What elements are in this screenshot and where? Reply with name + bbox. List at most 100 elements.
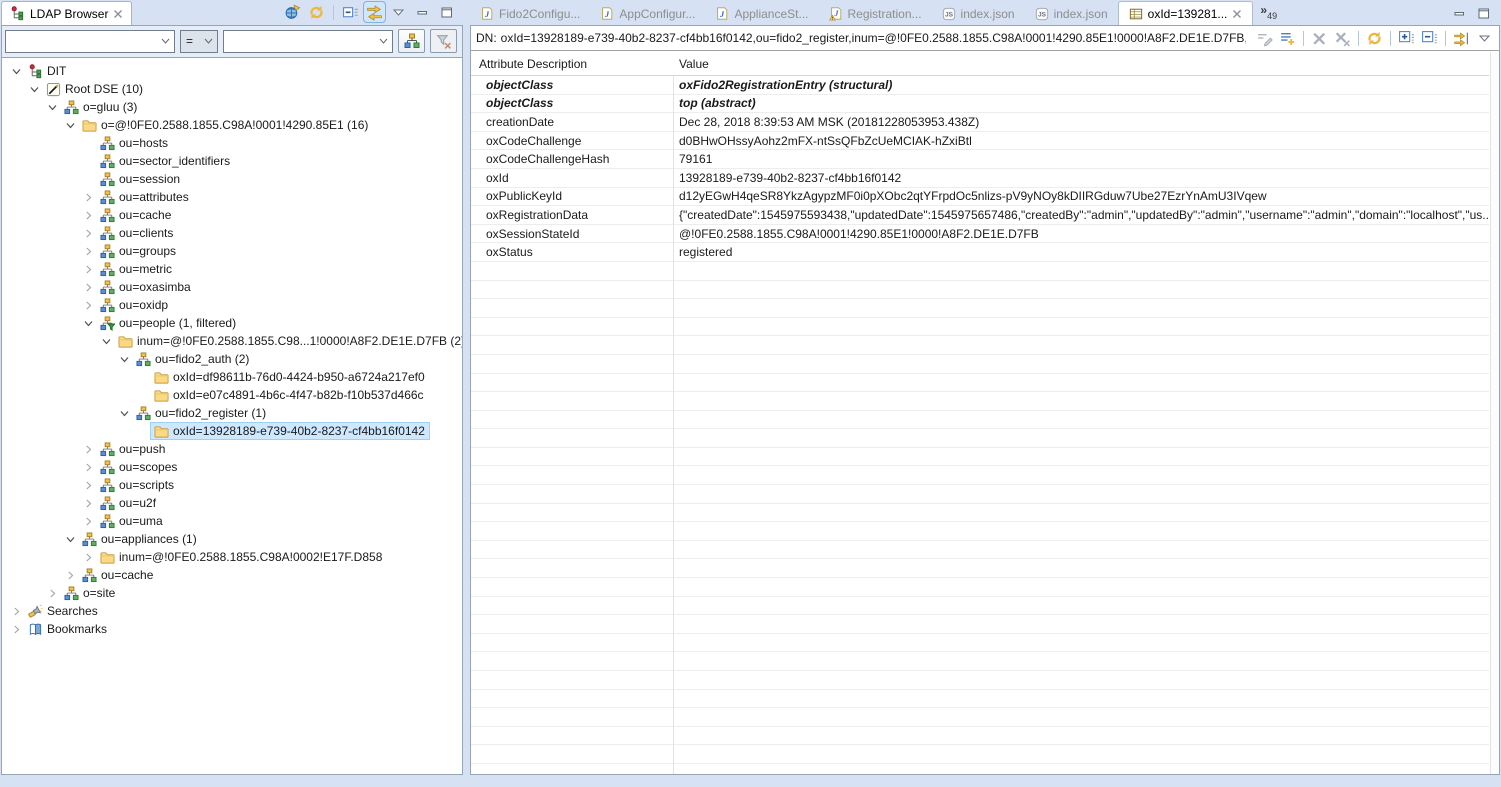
tree-node[interactable]: ou=scripts xyxy=(96,476,179,494)
delete-attribute-button[interactable] xyxy=(1309,28,1330,48)
attribute-row[interactable]: objectClasstop (abstract) xyxy=(471,95,1489,114)
refresh-button[interactable] xyxy=(306,2,327,22)
chevron-down-icon[interactable] xyxy=(200,38,217,44)
tree-node[interactable]: o=gluu (3) xyxy=(60,98,142,116)
expander-expand-icon[interactable] xyxy=(8,625,24,634)
tree-item[interactable]: ou=fido2_register (1) xyxy=(2,404,462,422)
tree-item[interactable]: ou=oxidp xyxy=(2,296,462,314)
attribute-value-cell[interactable]: d12yEGwH4qeSR8YkzAgypzMF0i0pXObc2qtYFrpd… xyxy=(673,188,1489,206)
tree-item[interactable]: ou=oxasimba xyxy=(2,278,462,296)
tree-item[interactable]: ou=hosts xyxy=(2,134,462,152)
attribute-name-cell[interactable]: oxSessionStateId xyxy=(471,225,673,243)
attribute-value-cell[interactable]: registered xyxy=(673,243,1489,261)
delete-all-attributes-button[interactable] xyxy=(1332,28,1353,48)
attribute-value-cell[interactable]: {"createdDate":1545975593438,"updatedDat… xyxy=(673,206,1489,224)
minimize-icon[interactable] xyxy=(1454,8,1466,19)
expander-collapse-icon[interactable] xyxy=(26,85,42,94)
tree-node[interactable]: ou=groups xyxy=(96,242,181,260)
view-menu-button[interactable] xyxy=(388,2,409,22)
vertical-scrollbar[interactable] xyxy=(1490,52,1499,774)
tree-node[interactable]: o=@!0FE0.2588.1855.C98A!0001!4290.85E1 (… xyxy=(78,116,373,134)
column-divider[interactable] xyxy=(673,52,674,774)
tree-item[interactable]: inum=@!0FE0.2588.1855.C98A!0002!E17F.D85… xyxy=(2,548,462,566)
unfilter-button[interactable] xyxy=(430,29,457,53)
quick-search-value-combo[interactable] xyxy=(223,30,393,53)
attribute-row[interactable]: oxCodeChallengeHash79161 xyxy=(471,150,1489,169)
editor-tab[interactable]: JFido2Configu... xyxy=(470,2,590,25)
attribute-row[interactable]: creationDateDec 28, 2018 8:39:53 AM MSK … xyxy=(471,113,1489,132)
tree-item[interactable]: oxId=e07c4891-4b6c-4f47-b82b-f10b537d466… xyxy=(2,386,462,404)
tree-item[interactable]: o=site xyxy=(2,584,462,602)
tree-item[interactable]: ou=people (1, filtered) xyxy=(2,314,462,332)
tree-item[interactable]: ou=push xyxy=(2,440,462,458)
tree-item[interactable]: ou=scripts xyxy=(2,476,462,494)
attribute-value-cell[interactable]: top (abstract) xyxy=(673,95,1489,113)
expander-expand-icon[interactable] xyxy=(80,463,96,472)
expander-expand-icon[interactable] xyxy=(80,229,96,238)
expander-expand-icon[interactable] xyxy=(80,283,96,292)
tree-node[interactable]: ou=fido2_auth (2) xyxy=(132,350,254,368)
tree-node[interactable]: ou=cache xyxy=(96,206,176,224)
expander-collapse-icon[interactable] xyxy=(62,121,78,130)
tree-node[interactable]: ou=u2f xyxy=(96,494,161,512)
tree-item[interactable]: ou=appliances (1) xyxy=(2,530,462,548)
attribute-value-cell[interactable]: @!0FE0.2588.1855.C98A!0001!4290.85E1!000… xyxy=(673,225,1489,243)
expander-collapse-icon[interactable] xyxy=(98,337,114,346)
tree-node[interactable]: ou=people (1, filtered) xyxy=(96,314,241,332)
tree-node[interactable]: ou=clients xyxy=(96,224,178,242)
tree-node[interactable]: ou=oxasimba xyxy=(96,278,196,296)
editor-tab[interactable]: JAppConfigur... xyxy=(590,2,705,25)
chevron-down-icon[interactable] xyxy=(375,38,392,44)
close-icon[interactable] xyxy=(1232,9,1242,19)
tree-node[interactable]: ou=attributes xyxy=(96,188,194,206)
tree-item[interactable]: Searches xyxy=(2,602,462,620)
tree-node[interactable]: inum=@!0FE0.2588.1855.C98A!0002!E17F.D85… xyxy=(96,548,387,566)
tree-node[interactable]: ou=scopes xyxy=(96,458,182,476)
attribute-name-cell[interactable]: oxId xyxy=(471,169,673,187)
expander-expand-icon[interactable] xyxy=(80,553,96,562)
attribute-row[interactable]: oxCodeChallenged0BHwOHssyAohz2mFX-ntSsQF… xyxy=(471,132,1489,151)
attribute-name-cell[interactable]: oxPublicKeyId xyxy=(471,188,673,206)
attribute-name-cell[interactable]: objectClass xyxy=(471,76,673,94)
attribute-name-cell[interactable]: objectClass xyxy=(471,95,673,113)
tree-item[interactable]: oxId=df98611b-76d0-4424-b950-a6724a217ef… xyxy=(2,368,462,386)
minimize-button[interactable] xyxy=(412,2,433,22)
tree-item[interactable]: ou=sector_identifiers xyxy=(2,152,462,170)
editor-tab[interactable]: oxId=139281... xyxy=(1118,1,1254,25)
tree-item[interactable]: o=@!0FE0.2588.1855.C98A!0001!4290.85E1 (… xyxy=(2,116,462,134)
expander-expand-icon[interactable] xyxy=(80,301,96,310)
tree-node[interactable]: ou=session xyxy=(96,170,185,188)
attribute-value-cell[interactable]: oxFido2RegistrationEntry (structural) xyxy=(673,76,1489,94)
tree-item[interactable]: ou=groups xyxy=(2,242,462,260)
expander-collapse-icon[interactable] xyxy=(8,67,24,76)
column-header-attribute-description[interactable]: Attribute Description xyxy=(471,57,673,71)
attribute-value-cell[interactable]: d0BHwOHssyAohz2mFX-ntSsQFbZcUeMCIAK-hZxi… xyxy=(673,132,1489,150)
attribute-name-cell[interactable]: oxRegistrationData xyxy=(471,206,673,224)
attribute-row[interactable]: oxSessionStateId@!0FE0.2588.1855.C98A!00… xyxy=(471,225,1489,244)
expander-collapse-icon[interactable] xyxy=(44,103,60,112)
attribute-name-cell[interactable]: creationDate xyxy=(471,113,673,131)
refresh-button[interactable] xyxy=(1364,28,1385,48)
tree-item[interactable]: inum=@!0FE0.2588.1855.C98...1!0000!A8F2.… xyxy=(2,332,462,350)
tree-item[interactable]: ou=attributes xyxy=(2,188,462,206)
attribute-name-cell[interactable]: oxStatus xyxy=(471,243,673,261)
close-icon[interactable] xyxy=(113,9,123,19)
tree-node[interactable]: o=site xyxy=(60,584,120,602)
attribute-value-cell[interactable]: 13928189-e739-40b2-8237-cf4bb16f0142 xyxy=(673,169,1489,187)
goto-arrows-button[interactable] xyxy=(1451,28,1472,48)
attribute-row[interactable]: oxRegistrationData{"createdDate":1545975… xyxy=(471,206,1489,225)
expander-expand-icon[interactable] xyxy=(80,211,96,220)
attribute-name-cell[interactable]: oxCodeChallengeHash xyxy=(471,150,673,168)
expander-collapse-icon[interactable] xyxy=(62,535,78,544)
column-header-value[interactable]: Value xyxy=(673,57,709,71)
tree-node[interactable]: Searches xyxy=(24,602,103,620)
maximize-button[interactable] xyxy=(436,2,457,22)
tree-item[interactable]: ou=cache xyxy=(2,206,462,224)
expander-expand-icon[interactable] xyxy=(80,499,96,508)
globe-sync-button[interactable] xyxy=(282,2,303,22)
chevron-down-icon[interactable] xyxy=(157,38,174,44)
link-with-editor-button[interactable] xyxy=(364,2,385,22)
tree-item[interactable]: o=gluu (3) xyxy=(2,98,462,116)
tree-node[interactable]: Bookmarks xyxy=(24,620,112,638)
attribute-row[interactable]: oxStatusregistered xyxy=(471,243,1489,262)
